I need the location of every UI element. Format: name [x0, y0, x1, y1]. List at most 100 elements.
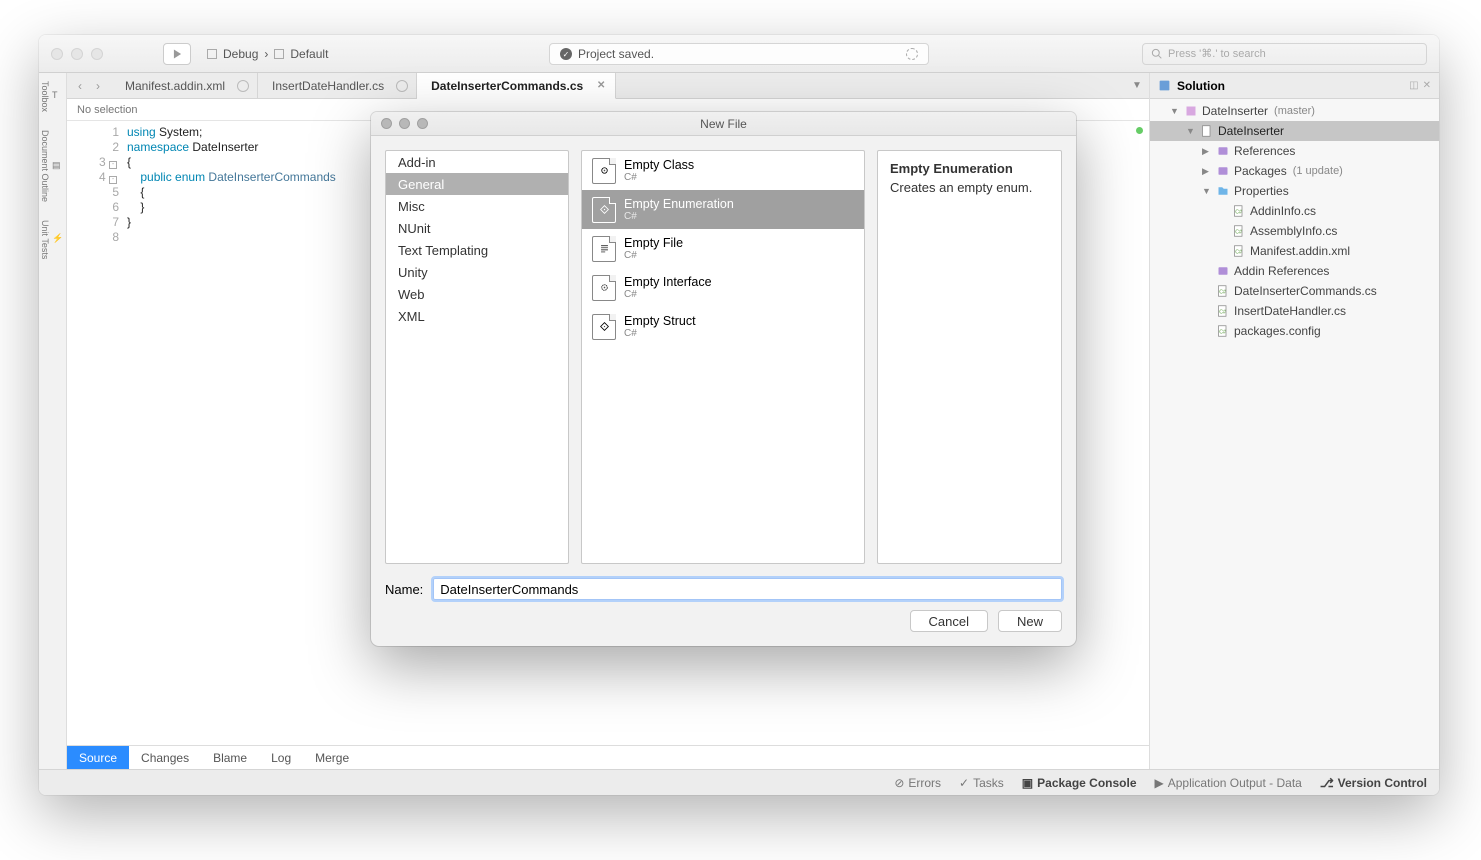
template-item[interactable]: Empty ClassC#	[582, 151, 864, 190]
tab-label: InsertDateHandler.cs	[272, 79, 384, 93]
bottom-tab-log[interactable]: Log	[259, 746, 303, 769]
disclosure-icon[interactable]: ▶	[1202, 146, 1212, 157]
tree-row[interactable]: ▼Properties	[1150, 181, 1439, 201]
tree-item-label: References	[1234, 144, 1295, 158]
template-label: Empty Interface	[624, 275, 712, 289]
solution-panel: Solution ◫✕ ▼DateInserter(master)▼DateIn…	[1149, 73, 1439, 769]
category-item[interactable]: XML	[386, 305, 568, 327]
bottom-tab-blame[interactable]: Blame	[201, 746, 259, 769]
tab-dropdown-icon[interactable]: ▼	[1125, 73, 1149, 98]
tab-close-icon[interactable]: ✕	[595, 80, 607, 92]
dialog-titlebar: New File	[371, 112, 1076, 136]
tree-item-label: AddinInfo.cs	[1250, 204, 1316, 218]
tree-row[interactable]: C#AddinInfo.cs	[1150, 201, 1439, 221]
nav-back-icon[interactable]: ‹	[73, 79, 87, 93]
template-label: Empty Struct	[624, 314, 696, 328]
svg-text:C#: C#	[1219, 309, 1226, 315]
category-item[interactable]: NUnit	[386, 217, 568, 239]
pad-dock-icon[interactable]: ◫	[1409, 80, 1418, 91]
tab[interactable]: DateInserterCommands.cs ✕	[417, 73, 616, 99]
editor-bottom-tabs: SourceChangesBlameLogMerge	[67, 745, 1149, 769]
disclosure-icon[interactable]: ▼	[1202, 186, 1212, 196]
tree-row[interactable]: C#InsertDateHandler.cs	[1150, 301, 1439, 321]
tree-item-label: Addin References	[1234, 264, 1329, 278]
template-label: Empty File	[624, 236, 683, 250]
check-icon: ✓	[959, 776, 969, 790]
window-controls[interactable]	[51, 48, 103, 60]
category-list[interactable]: Add-inGeneralMiscNUnitText TemplatingUni…	[385, 150, 569, 564]
template-item[interactable]: Empty StructC#	[582, 307, 864, 346]
tab-label: DateInserterCommands.cs	[431, 79, 583, 93]
category-item[interactable]: Add-in	[386, 151, 568, 173]
bottom-tab-merge[interactable]: Merge	[303, 746, 361, 769]
template-icon	[592, 158, 616, 184]
change-indicator-icon	[1136, 127, 1143, 134]
device-icon	[207, 49, 217, 59]
tab[interactable]: InsertDateHandler.cs	[258, 73, 417, 98]
disclosure-icon[interactable]: ▼	[1186, 126, 1196, 136]
dialog-body: Add-inGeneralMiscNUnitText TemplatingUni…	[371, 136, 1076, 578]
template-sublabel: C#	[624, 172, 694, 183]
new-file-dialog: New File Add-inGeneralMiscNUnitText Temp…	[371, 112, 1076, 646]
tree-row[interactable]: ▶Packages(1 update)	[1150, 161, 1439, 181]
tree-row[interactable]: C# Manifest.addin.xml	[1150, 241, 1439, 261]
disclosure-icon[interactable]: ▼	[1170, 106, 1180, 116]
console-icon: ▣	[1022, 776, 1033, 790]
tree-item-note: (1 update)	[1293, 165, 1343, 177]
bottom-tab-source[interactable]: Source	[67, 746, 129, 769]
package-console-pad[interactable]: ▣Package Console	[1022, 776, 1137, 790]
run-configuration[interactable]: Debug › Default	[207, 47, 328, 61]
category-item[interactable]: General	[386, 173, 568, 195]
tree-row[interactable]: ▼DateInserter(master)	[1150, 101, 1439, 121]
tab[interactable]: Manifest.addin.xml	[111, 73, 258, 98]
titlebar: Debug › Default ✓ Project saved. Press '…	[39, 35, 1439, 73]
rail-item-document-outline[interactable]: ▤Document Outline	[40, 130, 65, 202]
pad-close-icon[interactable]: ✕	[1423, 80, 1431, 91]
rail-item-unit-tests[interactable]: ⚡Unit Tests	[40, 220, 65, 259]
tree-item-label: Manifest.addin.xml	[1250, 244, 1350, 258]
category-item[interactable]: Misc	[386, 195, 568, 217]
tree-row[interactable]: ▶ References	[1150, 141, 1439, 161]
template-sublabel: C#	[624, 250, 683, 261]
template-item[interactable]: Empty FileC#	[582, 229, 864, 268]
template-sublabel: C#	[624, 328, 696, 339]
app-output-pad[interactable]: ▶Application Output - Data	[1155, 776, 1302, 790]
rail-item-toolbox[interactable]: TToolbox	[40, 81, 65, 112]
name-row: Name:	[371, 578, 1076, 610]
bottom-tab-changes[interactable]: Changes	[129, 746, 201, 769]
category-item[interactable]: Unity	[386, 261, 568, 283]
template-item[interactable]: Empty InterfaceC#	[582, 268, 864, 307]
category-item[interactable]: Web	[386, 283, 568, 305]
dialog-window-controls[interactable]	[381, 118, 428, 129]
tasks-pad[interactable]: ✓Tasks	[959, 776, 1004, 790]
search-input[interactable]: Press '⌘.' to search	[1142, 43, 1427, 65]
solution-tree[interactable]: ▼DateInserter(master)▼DateInserter▶Refer…	[1150, 99, 1439, 769]
run-button[interactable]	[163, 43, 191, 65]
version-control-pad[interactable]: ⎇Version Control	[1320, 776, 1427, 790]
tree-row[interactable]: C#packages.config	[1150, 321, 1439, 341]
tree-item-label: DateInserter	[1218, 124, 1284, 138]
cancel-button[interactable]: Cancel	[910, 610, 988, 632]
search-placeholder: Press '⌘.' to search	[1168, 47, 1266, 60]
name-input[interactable]	[433, 578, 1062, 600]
tree-row[interactable]: C#AssemblyInfo.cs	[1150, 221, 1439, 241]
tab-close-icon[interactable]	[396, 80, 408, 92]
tree-row[interactable]: Addin References	[1150, 261, 1439, 281]
errors-pad[interactable]: ⊘Errors	[894, 776, 941, 790]
left-toolstrip: TToolbox ▤Document Outline ⚡Unit Tests	[39, 73, 67, 769]
disclosure-icon[interactable]: ▶	[1202, 166, 1212, 177]
tree-item-icon: C#	[1232, 224, 1246, 238]
new-button[interactable]: New	[998, 610, 1062, 632]
status-text: Project saved.	[578, 47, 654, 61]
tab-close-icon[interactable]	[237, 80, 249, 92]
nav-forward-icon[interactable]: ›	[91, 79, 105, 93]
category-item[interactable]: Text Templating	[386, 239, 568, 261]
template-item[interactable]: Empty EnumerationC#	[582, 190, 864, 229]
progress-icon	[906, 48, 918, 60]
tree-row[interactable]: ▼ DateInserter	[1150, 121, 1439, 141]
template-label: Empty Enumeration	[624, 197, 734, 211]
tree-item-label: DateInserterCommands.cs	[1234, 284, 1377, 298]
template-list[interactable]: Empty ClassC#Empty EnumerationC#Empty Fi…	[581, 150, 865, 564]
svg-text:C#: C#	[1235, 249, 1242, 255]
tree-row[interactable]: C#DateInserterCommands.cs	[1150, 281, 1439, 301]
